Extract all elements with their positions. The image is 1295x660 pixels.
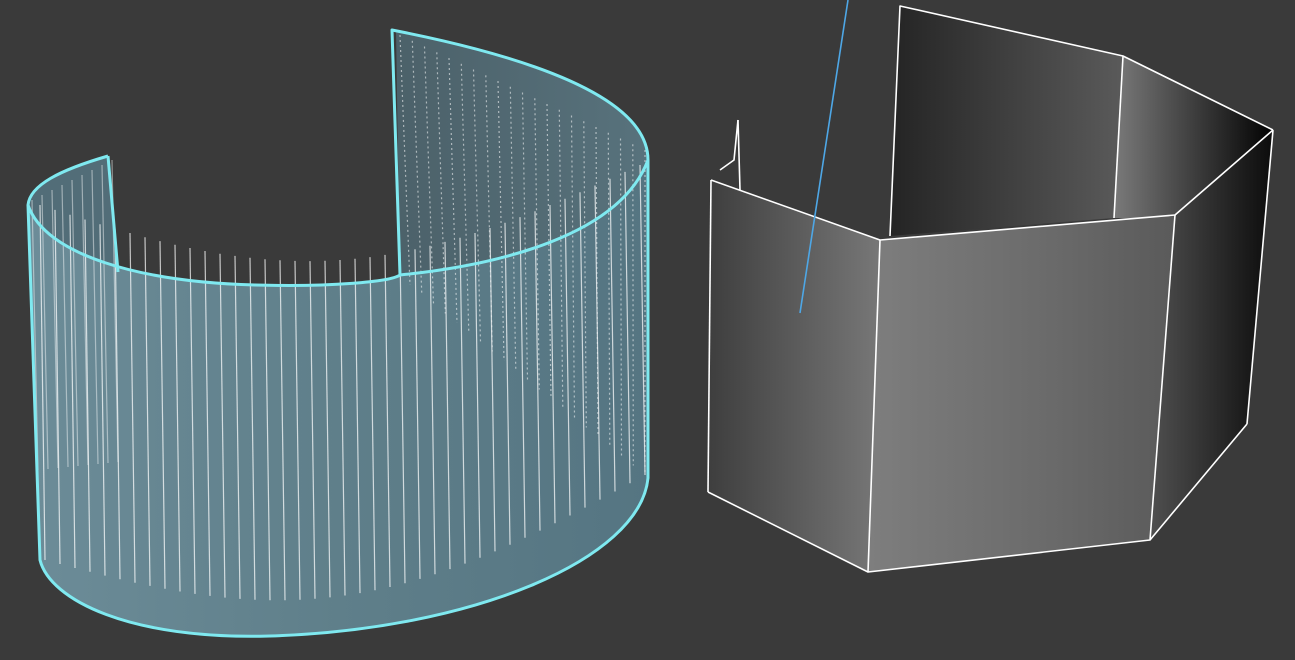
- 3d-viewport[interactable]: [0, 0, 1295, 660]
- faceted-panel-back-face-a: [890, 6, 1123, 236]
- viewport-scene[interactable]: [0, 0, 1295, 660]
- faceted-panel-center-face: [868, 215, 1175, 572]
- faceted-panel-object[interactable]: [707, 5, 1274, 573]
- curved-panel-object[interactable]: [26, 28, 650, 638]
- faceted-panel-left-face: [708, 180, 880, 572]
